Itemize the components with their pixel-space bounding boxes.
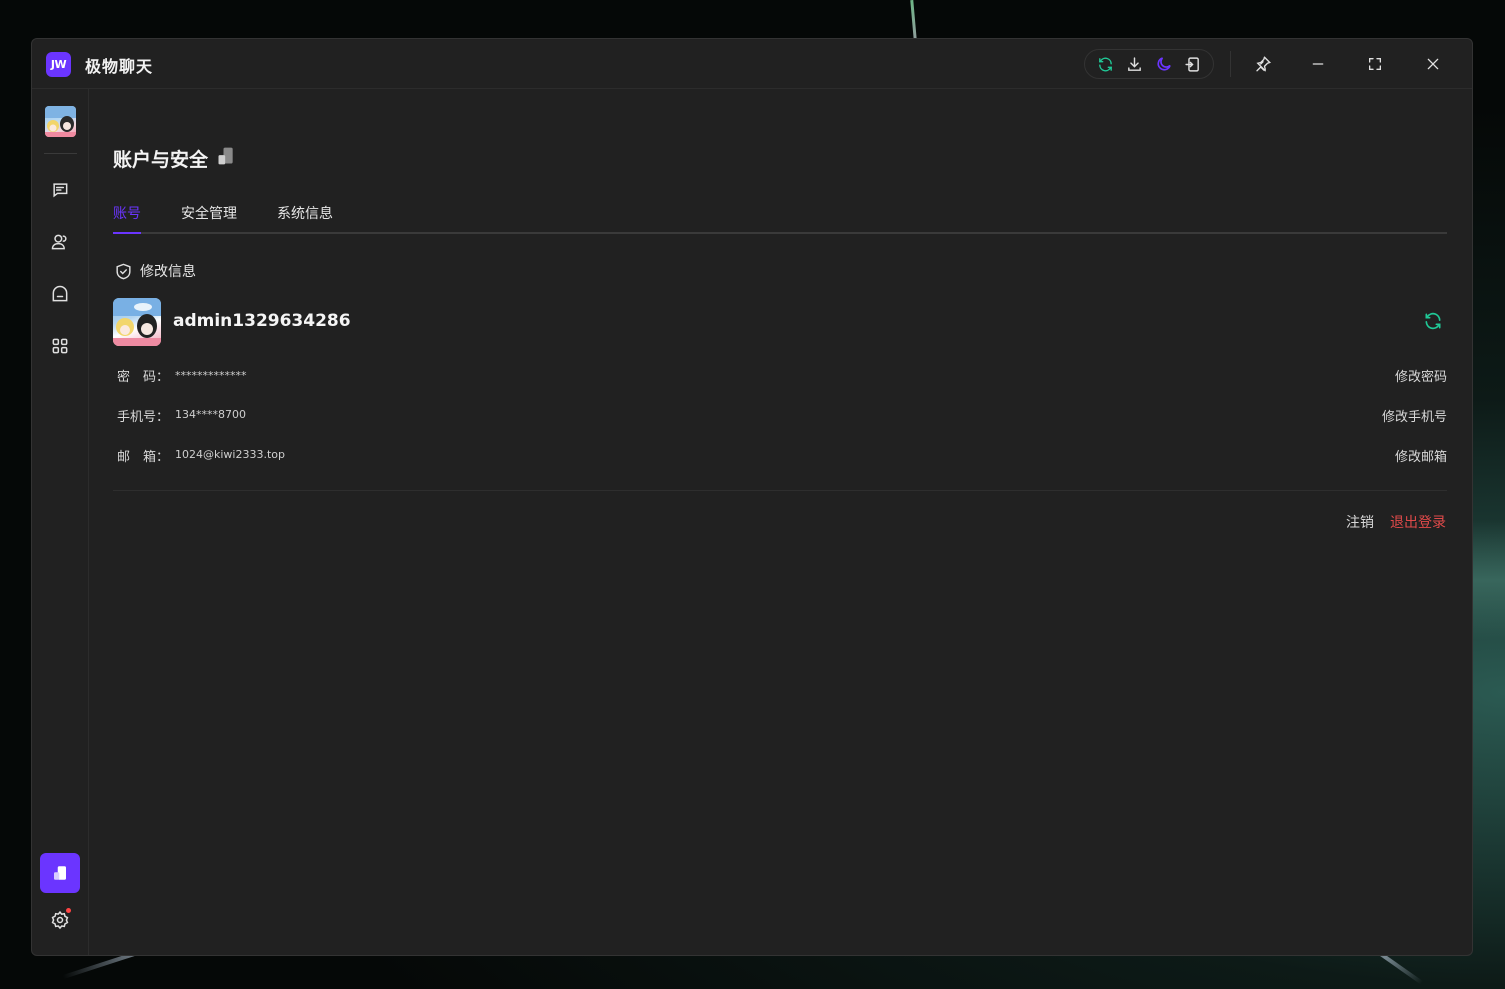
email-label: 邮 箱： — [117, 450, 170, 465]
chat-icon[interactable] — [49, 179, 71, 201]
deactivate-account-link[interactable]: 注销 — [1346, 512, 1374, 532]
sidebar — [32, 89, 89, 955]
close-icon[interactable] — [1422, 53, 1444, 75]
tab-security[interactable]: 安全管理 — [181, 203, 237, 232]
shield-check-icon — [116, 263, 131, 279]
minimize-icon[interactable] — [1307, 53, 1329, 75]
refresh-profile-icon[interactable] — [1423, 311, 1445, 333]
section-divider — [113, 490, 1447, 491]
app-window: JW 极物聊天 账户与安全 账号 安全管理 系统信息 修改信息 admin132… — [31, 38, 1473, 956]
notification-dot — [66, 908, 71, 913]
app-logo: JW — [46, 52, 71, 77]
quick-tools-bar — [1084, 49, 1214, 79]
sidebar-divider — [44, 153, 77, 154]
password-value: ************* — [175, 369, 247, 382]
tab-system-info[interactable]: 系统信息 — [277, 203, 333, 232]
change-password-link[interactable]: 修改密码 — [1395, 366, 1447, 385]
toolbar-separator — [1230, 51, 1231, 77]
phone-value: 134****8700 — [175, 408, 246, 421]
logout-link[interactable]: 退出登录 — [1390, 512, 1446, 532]
app-title: 极物聊天 — [85, 57, 154, 76]
tab-account[interactable]: 账号 — [113, 203, 141, 234]
contacts-icon[interactable] — [49, 231, 71, 253]
background-streak — [1470, 520, 1505, 640]
download-icon[interactable] — [1125, 54, 1145, 74]
password-label: 密 码： — [117, 370, 170, 385]
phone-label: 手机号： — [117, 410, 170, 425]
apps-icon[interactable] — [49, 335, 71, 357]
edit-info-title: 修改信息 — [140, 264, 196, 280]
moon-icon[interactable] — [1154, 54, 1174, 74]
refresh-icon[interactable] — [1096, 54, 1116, 74]
username: admin1329634286 — [173, 311, 351, 331]
change-phone-link[interactable]: 修改手机号 — [1382, 406, 1447, 425]
user-avatar[interactable] — [45, 106, 76, 137]
page-title-text: 账户与安全 — [113, 149, 209, 171]
settings-gear-icon[interactable] — [49, 908, 71, 931]
profile-avatar[interactable] — [113, 298, 161, 346]
change-email-link[interactable]: 修改邮箱 — [1395, 446, 1447, 465]
title-bar[interactable]: JW 极物聊天 — [32, 39, 1472, 89]
edit-info-heading: 修改信息 — [114, 261, 196, 281]
exit-screen-icon[interactable] — [1183, 54, 1203, 74]
page-title: 账户与安全 — [113, 145, 236, 172]
background-streak — [910, 0, 917, 41]
settings-panel-icon[interactable] — [40, 853, 80, 893]
app-logo-text: JW — [50, 58, 67, 71]
tab-account-label: 账号 — [113, 206, 141, 222]
pin-icon[interactable] — [1252, 53, 1274, 75]
fullscreen-icon[interactable] — [1364, 53, 1386, 75]
device-icon — [216, 146, 236, 171]
active-tab-indicator — [113, 232, 141, 234]
tab-bar: 账号 安全管理 系统信息 — [113, 201, 1447, 234]
ghost-icon[interactable] — [49, 283, 71, 305]
email-value: 1024@kiwi2333.top — [175, 448, 285, 461]
